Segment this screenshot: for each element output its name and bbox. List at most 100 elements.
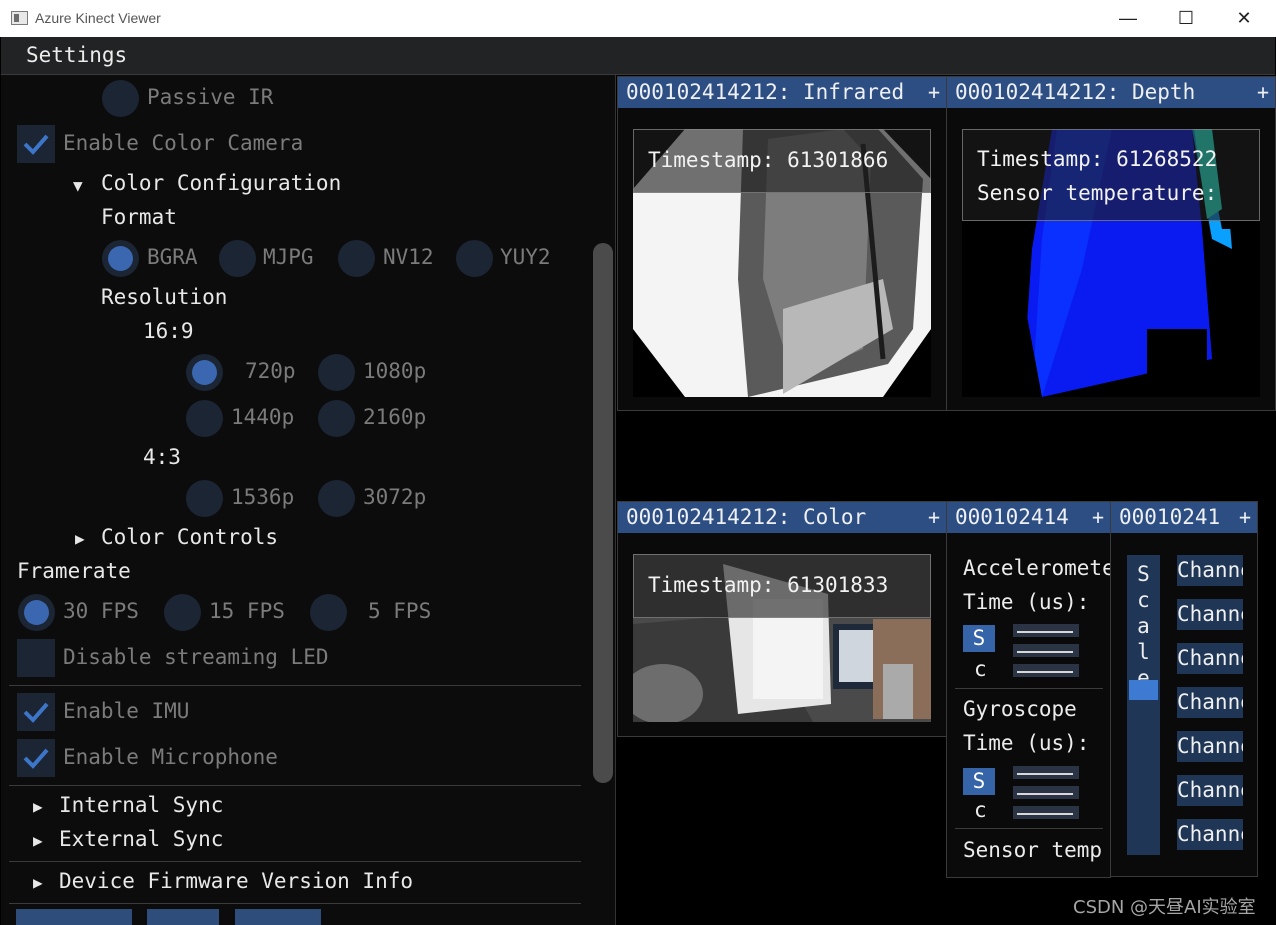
color-pane: 000102414212: Color + Timestamp: 6130183… bbox=[617, 501, 947, 737]
timestamp-text: Timestamp: 61268522 bbox=[977, 147, 1218, 171]
maximize-icon: ☐ bbox=[1177, 7, 1195, 28]
passive-ir-label: Passive IR bbox=[147, 85, 274, 109]
imu-sensor-temp-label: Sensor temp bbox=[963, 838, 1103, 862]
microphone-pane-title[interactable]: 00010241 + bbox=[1111, 502, 1257, 533]
accelerometer-time-label: Time (us): bbox=[963, 590, 1090, 614]
resolution-option: 1536p bbox=[231, 485, 295, 509]
scale-text: S bbox=[972, 626, 986, 650]
divider bbox=[9, 861, 581, 862]
timestamp-text: Timestamp: 61301866 bbox=[648, 148, 889, 172]
divider bbox=[9, 903, 581, 904]
close-button[interactable]: ✕ bbox=[1215, 0, 1273, 36]
expand-right-icon[interactable]: ▶ bbox=[33, 831, 43, 850]
expand-right-icon[interactable]: ▶ bbox=[33, 873, 43, 892]
internal-sync-header[interactable]: Internal Sync bbox=[59, 793, 223, 817]
checkbox-enable-microphone[interactable] bbox=[17, 739, 55, 777]
slider-handle[interactable] bbox=[1129, 680, 1158, 700]
menu-settings[interactable]: Settings bbox=[26, 43, 127, 67]
format-option: YUY2 bbox=[500, 245, 551, 269]
radio-res-1080p[interactable] bbox=[318, 354, 355, 391]
expand-right-icon[interactable]: ▶ bbox=[75, 529, 85, 548]
radio-res-1440p[interactable] bbox=[186, 400, 223, 437]
expand-right-icon[interactable]: ▶ bbox=[33, 797, 43, 816]
collapse-down-icon[interactable]: ▼ bbox=[73, 176, 83, 195]
microphone-scale-slider[interactable]: S c a l e bbox=[1127, 555, 1160, 855]
add-icon[interactable]: + bbox=[1086, 502, 1110, 533]
scale-letter: l bbox=[1137, 640, 1150, 664]
microphone-pane: 00010241 + S c a l e Channel Channel Cha… bbox=[1110, 501, 1258, 877]
radio-format-bgra[interactable] bbox=[102, 240, 139, 277]
checkbox-enable-color-camera[interactable] bbox=[17, 125, 55, 163]
watermark: CSDN @天昼AI实验室 bbox=[1073, 897, 1256, 918]
sensor-temperature-text: Sensor temperature: bbox=[977, 181, 1218, 205]
settings-scrollbar[interactable] bbox=[593, 243, 613, 783]
format-option: MJPG bbox=[263, 245, 314, 269]
radio-format-mjpg[interactable] bbox=[219, 240, 256, 277]
bottom-button[interactable] bbox=[16, 909, 132, 925]
depth-info-overlay: Timestamp: 61268522 Sensor temperature: bbox=[962, 129, 1260, 221]
divider bbox=[9, 685, 581, 686]
gyroscope-plot bbox=[1013, 786, 1079, 799]
disable-led-label: Disable streaming LED bbox=[63, 645, 329, 669]
accelerometer-plot bbox=[1013, 624, 1079, 637]
minimize-button[interactable]: — bbox=[1099, 0, 1157, 36]
gyroscope-plot bbox=[1013, 806, 1079, 819]
add-icon[interactable]: + bbox=[1233, 502, 1257, 533]
pane-title-text: 000102414 bbox=[955, 505, 1069, 529]
checkbox-enable-imu[interactable] bbox=[17, 693, 55, 731]
gyroscope-scale-button[interactable]: S bbox=[963, 768, 995, 795]
checkmark-icon bbox=[23, 702, 49, 723]
radio-res-720p[interactable] bbox=[186, 354, 223, 391]
window-title: Azure Kinect Viewer bbox=[35, 10, 161, 26]
add-icon[interactable]: + bbox=[922, 77, 946, 108]
firmware-info-header[interactable]: Device Firmware Version Info bbox=[59, 869, 413, 893]
gyroscope-time-label: Time (us): bbox=[963, 731, 1090, 755]
format-option: NV12 bbox=[383, 245, 434, 269]
add-icon[interactable]: + bbox=[1251, 77, 1275, 108]
divider bbox=[9, 785, 581, 786]
accelerometer-scale-button[interactable]: S bbox=[963, 625, 995, 652]
scale-text: c bbox=[974, 798, 987, 822]
radio-res-1536p[interactable] bbox=[186, 480, 223, 517]
resolution-option: 1440p bbox=[231, 405, 295, 429]
radio-passive-ir[interactable] bbox=[102, 80, 139, 117]
bottom-button[interactable] bbox=[147, 909, 219, 925]
maximize-button[interactable]: ☐ bbox=[1157, 0, 1215, 36]
color-pane-title[interactable]: 000102414212: Color + bbox=[618, 502, 946, 533]
framerate-option: 5 FPS bbox=[368, 599, 432, 623]
external-sync-header[interactable]: External Sync bbox=[59, 827, 223, 851]
imu-pane-title[interactable]: 000102414 + bbox=[947, 502, 1110, 533]
channel-button[interactable]: Channel bbox=[1177, 775, 1243, 806]
radio-30-fps[interactable] bbox=[18, 594, 55, 631]
color-controls-header[interactable]: Color Controls bbox=[101, 525, 278, 549]
channel-button[interactable]: Channel bbox=[1177, 819, 1243, 850]
ratio-4-3-label: 4:3 bbox=[143, 445, 181, 469]
color-configuration-header[interactable]: Color Configuration bbox=[101, 171, 341, 195]
radio-5-fps[interactable] bbox=[310, 594, 347, 631]
settings-panel: Passive IR Enable Color Camera ▼ Color C… bbox=[1, 75, 616, 925]
channel-button[interactable]: Channel bbox=[1177, 731, 1243, 762]
color-timestamp-overlay: Timestamp: 61301833 bbox=[633, 554, 931, 618]
channel-button[interactable]: Channel bbox=[1177, 687, 1243, 718]
minimize-icon: — bbox=[1119, 7, 1137, 28]
scale-letter: S bbox=[1137, 562, 1150, 586]
depth-pane-title[interactable]: 000102414212: Depth + bbox=[947, 77, 1275, 108]
radio-res-3072p[interactable] bbox=[318, 480, 355, 517]
channel-button[interactable]: Channel bbox=[1177, 555, 1243, 586]
radio-15-fps[interactable] bbox=[164, 594, 201, 631]
checkmark-icon bbox=[23, 748, 49, 769]
radio-res-2160p[interactable] bbox=[318, 400, 355, 437]
infrared-pane-title[interactable]: 000102414212: Infrared + bbox=[618, 77, 946, 108]
scale-text: S bbox=[972, 769, 986, 793]
channel-button[interactable]: Channel bbox=[1177, 599, 1243, 630]
window-title-bar: Azure Kinect Viewer — ☐ ✕ bbox=[0, 0, 1276, 37]
accelerometer-plot bbox=[1013, 644, 1079, 657]
enable-color-camera-label: Enable Color Camera bbox=[63, 131, 304, 155]
bottom-button[interactable] bbox=[235, 909, 321, 925]
radio-format-nv12[interactable] bbox=[338, 240, 375, 277]
channel-button[interactable]: Channel bbox=[1177, 643, 1243, 674]
add-icon[interactable]: + bbox=[922, 502, 946, 533]
enable-imu-label: Enable IMU bbox=[63, 699, 190, 723]
radio-format-yuy2[interactable] bbox=[456, 240, 493, 277]
checkbox-disable-led[interactable] bbox=[17, 639, 55, 677]
